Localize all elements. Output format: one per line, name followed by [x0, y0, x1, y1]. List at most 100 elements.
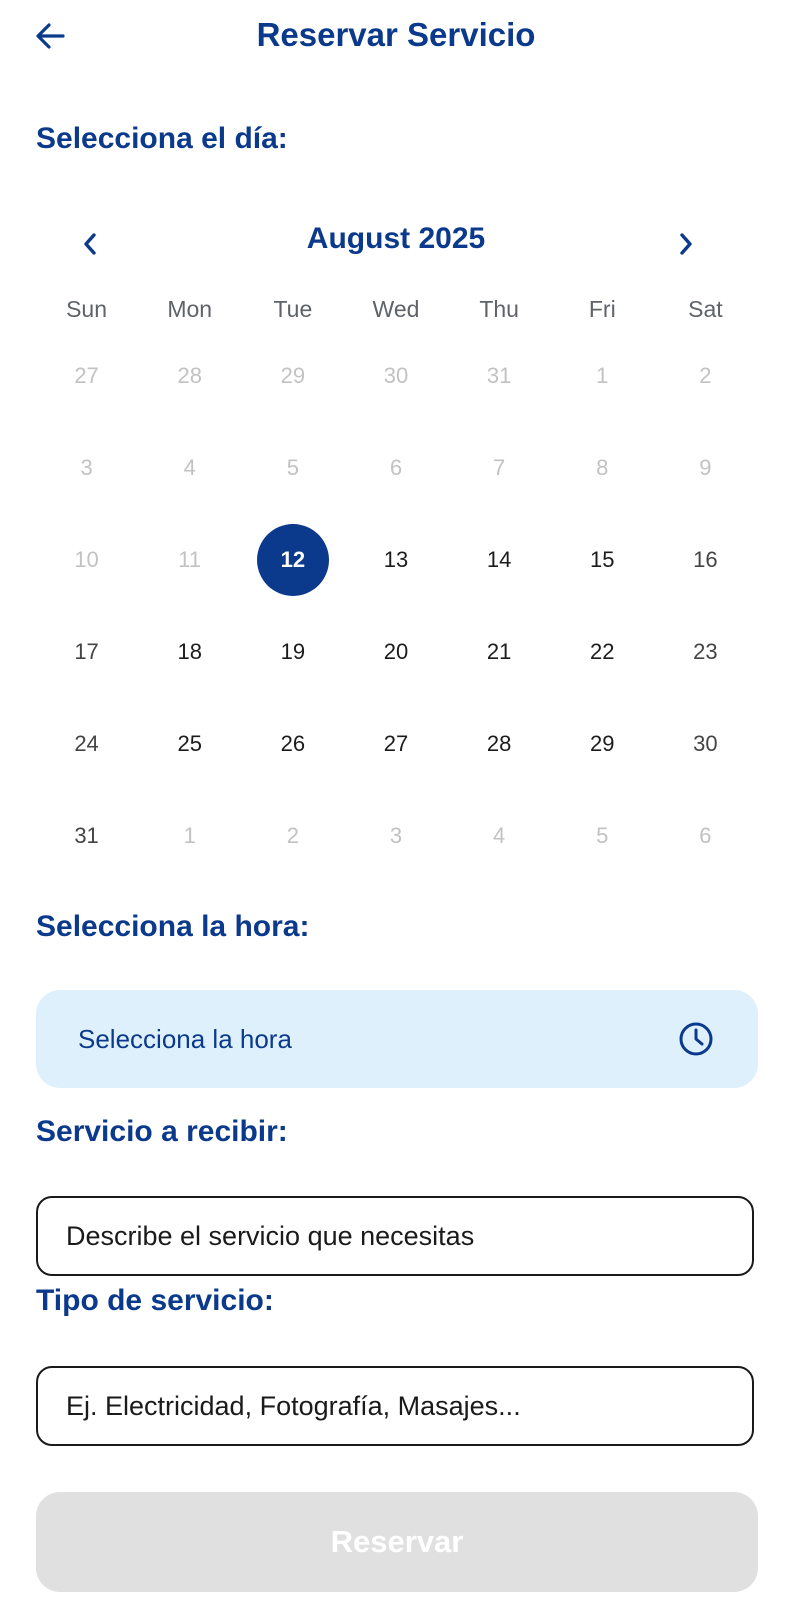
clock-icon: [679, 1022, 713, 1056]
chevron-right-icon: [680, 233, 692, 255]
calendar-day-number: 15: [590, 547, 615, 572]
calendar-day: 5: [241, 422, 344, 514]
calendar-day[interactable]: 29: [551, 698, 654, 790]
calendar-day-number: 9: [699, 455, 712, 480]
calendar-day[interactable]: 30: [654, 698, 757, 790]
page-title: Reservar Servicio: [256, 16, 536, 53]
calendar-day: 11: [138, 514, 241, 606]
calendar-day-number: 14: [486, 547, 512, 572]
calendar-day-number: 31: [74, 823, 99, 848]
time-picker-placeholder: Selecciona la hora: [78, 1024, 292, 1054]
next-month-button[interactable]: [660, 218, 712, 270]
calendar-day[interactable]: 31: [35, 790, 138, 882]
calendar-day-number: 23: [693, 639, 718, 664]
calendar-day[interactable]: 18: [138, 606, 241, 698]
calendar-day-number: 11: [178, 547, 202, 572]
calendar-day: 4: [138, 422, 241, 514]
calendar-day: 31: [448, 330, 551, 422]
time-section-label: Selecciona la hora:: [36, 910, 310, 943]
calendar-day: 2: [654, 330, 757, 422]
calendar-day: 29: [241, 330, 344, 422]
service-type-input[interactable]: Ej. Electricidad, Fotografía, Masajes...: [36, 1366, 754, 1446]
app-bar: Reservar Servicio: [0, 0, 792, 76]
calendar-day-number: 24: [74, 731, 99, 756]
calendar-day-number: 28: [177, 363, 202, 388]
calendar-day-number: 6: [389, 455, 403, 480]
calendar-day: 3: [344, 790, 447, 882]
service-type-placeholder: Ej. Electricidad, Fotografía, Masajes...: [66, 1390, 521, 1421]
calendar-day-number: 27: [74, 363, 99, 388]
calendar-day[interactable]: 25: [138, 698, 241, 790]
calendar-day-number: 18: [177, 639, 202, 664]
calendar-day-number: 1: [596, 363, 609, 388]
calendar-day: 1: [551, 330, 654, 422]
calendar-day-number: 10: [74, 547, 99, 572]
calendar-day: 5: [551, 790, 654, 882]
calendar-day[interactable]: 15: [551, 514, 654, 606]
calendar-day: 3: [35, 422, 138, 514]
calendar-day-number: 3: [389, 823, 403, 848]
weekday-label: Tue: [273, 296, 313, 322]
calendar-day-selected[interactable]: 12: [241, 514, 344, 606]
calendar-day-number: 8: [596, 455, 609, 480]
calendar-day-number: 27: [383, 731, 409, 756]
calendar-day-number: 2: [286, 823, 299, 848]
calendar-day[interactable]: 20: [344, 606, 447, 698]
day-section-label: Selecciona el día:: [36, 122, 288, 155]
reserve-button[interactable]: Reservar: [36, 1492, 758, 1592]
calendar-day: 2: [241, 790, 344, 882]
calendar-day-number: 12: [256, 524, 329, 596]
calendar-day-number: 22: [590, 639, 615, 664]
calendar-day: 7: [448, 422, 551, 514]
calendar-day: 6: [344, 422, 447, 514]
calendar-day[interactable]: 13: [344, 514, 447, 606]
calendar-day-number: 30: [383, 363, 409, 388]
weekday-label: Mon: [167, 296, 213, 322]
calendar-day[interactable]: 16: [654, 514, 757, 606]
calendar-day-number: 29: [590, 731, 615, 756]
service-description-placeholder: Describe el servicio que necesitas: [66, 1220, 475, 1251]
calendar-day-number: 20: [383, 639, 409, 664]
calendar-day[interactable]: 19: [241, 606, 344, 698]
calendar-day: 6: [654, 790, 757, 882]
calendar-day-number: 25: [177, 731, 202, 756]
calendar-day: 4: [448, 790, 551, 882]
calendar-day: 28: [138, 330, 241, 422]
calendar-day[interactable]: 28: [448, 698, 551, 790]
calendar-day: 27: [35, 330, 138, 422]
calendar-day[interactable]: 27: [344, 698, 447, 790]
calendar-day-number: 2: [699, 363, 712, 388]
calendar-day-grid: 27 28 29 30 31 1 2 3 4 5 6 7 8 9 10 11 12 13 14 15 16 17 18 19 2…: [35, 330, 757, 882]
calendar-day[interactable]: 14: [448, 514, 551, 606]
time-picker-field[interactable]: Selecciona la hora: [36, 990, 758, 1088]
calendar-day-number: 26: [280, 731, 306, 756]
calendar-day-number: 28: [486, 731, 512, 756]
calendar-day-number: 7: [493, 455, 506, 480]
calendar-day[interactable]: 26: [241, 698, 344, 790]
weekday-label: Sat: [688, 296, 723, 322]
calendar-day-number: 17: [74, 639, 99, 664]
calendar-day-number: 5: [596, 823, 609, 848]
weekday-label: Thu: [479, 296, 519, 322]
calendar-weekday-header: Sun Mon Tue Wed Thu Fri Sat: [35, 296, 757, 323]
calendar-day: 30: [344, 330, 447, 422]
calendar-day-number: 6: [699, 823, 712, 848]
calendar-day[interactable]: 17: [35, 606, 138, 698]
service-type-label: Tipo de servicio:: [36, 1284, 274, 1317]
service-section-label: Servicio a recibir:: [36, 1115, 288, 1148]
reserve-button-label: Reservar: [330, 1524, 464, 1559]
calendar-day[interactable]: 22: [551, 606, 654, 698]
calendar-day-number: 21: [486, 639, 512, 664]
calendar-day-number: 30: [693, 731, 718, 756]
calendar-day: 9: [654, 422, 757, 514]
calendar-day-number: 4: [493, 823, 506, 848]
calendar-day[interactable]: 23: [654, 606, 757, 698]
service-description-input[interactable]: Describe el servicio que necesitas: [36, 1196, 754, 1276]
calendar-day-number: 4: [183, 455, 196, 480]
calendar-day[interactable]: 21: [448, 606, 551, 698]
calendar-day-number: 5: [286, 455, 299, 480]
calendar-day[interactable]: 24: [35, 698, 138, 790]
calendar-day-number: 29: [280, 363, 306, 388]
calendar-day-number: 16: [693, 547, 718, 572]
calendar-day-number: 1: [183, 823, 196, 848]
